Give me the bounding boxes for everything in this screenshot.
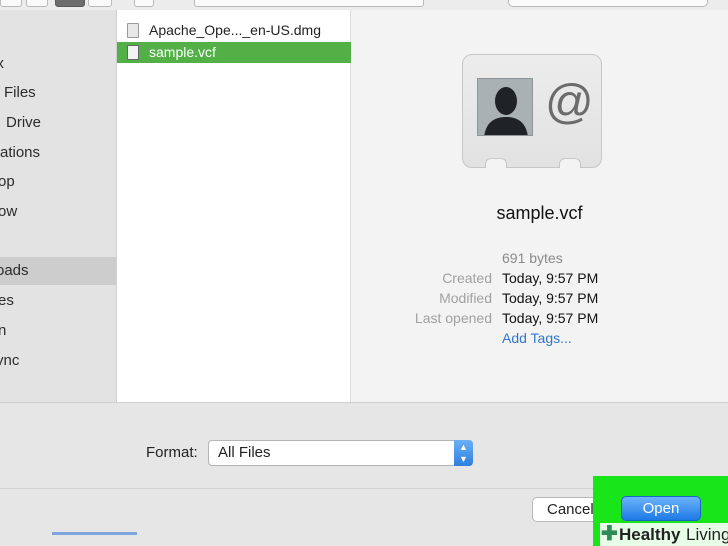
person-silhouette-icon — [477, 78, 533, 136]
file-name: Apache_Ope..._en-US.dmg — [149, 22, 321, 38]
sidebar-item-label: ox — [0, 50, 4, 78]
contact-card-icon: @ — [462, 54, 602, 168]
sidebar-item[interactable]: Files — [0, 79, 116, 107]
location-popup[interactable] — [194, 0, 424, 7]
list-item[interactable]: Apache_Ope..._en-US.dmg — [117, 20, 351, 41]
sidebar-item-label: ow — [0, 203, 18, 220]
preview-pane: @ sample.vcf 691 bytes Created Today, 9:… — [351, 10, 728, 402]
add-tags-link[interactable]: Add Tags... — [502, 330, 572, 346]
toolbar — [0, 0, 728, 10]
view-columns-button[interactable] — [55, 0, 85, 7]
sidebar-item[interactable]: es — [0, 287, 116, 315]
sidebar-item-label: ync — [0, 352, 20, 369]
created-value: Today, 9:57 PM — [502, 270, 599, 286]
sidebar-item[interactable]: op — [0, 168, 116, 196]
open-button[interactable]: Open — [621, 496, 701, 521]
plus-logo-icon: ✚ — [601, 523, 618, 545]
modified-label: Modified — [439, 290, 492, 306]
file-name: sample.vcf — [149, 44, 216, 60]
sidebar-item-label: Files — [4, 84, 36, 101]
sidebar-item[interactable]: Drive — [0, 109, 116, 137]
cancel-button[interactable]: Cancel — [532, 497, 602, 522]
view-coverflow-button[interactable] — [88, 0, 112, 7]
sidebar-item-downloads[interactable]: oads — [0, 257, 116, 285]
modified-value: Today, 9:57 PM — [502, 290, 599, 306]
sidebar: ox Files Drive ations op ow oads es n yn… — [0, 10, 117, 402]
watermark-word: Healthy — [619, 525, 681, 544]
card-notch — [559, 158, 581, 168]
search-field[interactable] — [508, 0, 708, 7]
sidebar-item-label: es — [0, 292, 14, 309]
disk-image-icon — [127, 23, 139, 38]
last-opened-label: Last opened — [414, 310, 492, 326]
list-item[interactable]: sample.vcf — [117, 42, 351, 63]
sidebar-item[interactable]: ations — [0, 139, 116, 167]
sidebar-item-label: oads — [0, 262, 29, 279]
sidebar-item[interactable]: ync — [0, 347, 116, 375]
vcard-file-icon — [127, 45, 139, 60]
sidebar-item[interactable]: n — [0, 317, 116, 345]
watermark: ✚ Healthy Living — [600, 523, 728, 546]
last-opened-value: Today, 9:57 PM — [502, 310, 599, 326]
view-list-button[interactable] — [26, 0, 48, 7]
background-element — [52, 532, 137, 535]
preview-size: 691 bytes — [502, 250, 563, 266]
sidebar-item-label: n — [0, 317, 6, 345]
view-icons-button[interactable] — [0, 0, 22, 7]
watermark-word: Living — [686, 525, 728, 544]
chevron-updown-icon: ▲ ▼ — [454, 440, 473, 466]
format-label: Format: — [146, 444, 198, 461]
at-sign-icon: @ — [545, 76, 594, 129]
sidebar-item-label: ations — [0, 144, 41, 161]
format-select[interactable]: All Files ▲ ▼ — [208, 440, 473, 466]
arrange-button[interactable] — [134, 0, 154, 7]
sidebar-item-label: Drive — [6, 114, 42, 131]
file-list: Apache_Ope..._en-US.dmg sample.vcf — [117, 10, 351, 402]
format-value: All Files — [218, 444, 271, 461]
card-notch — [485, 158, 507, 168]
sidebar-item-label: op — [0, 173, 15, 190]
sidebar-item[interactable]: ox — [0, 50, 116, 78]
preview-filename: sample.vcf — [496, 203, 583, 223]
sidebar-item[interactable]: ow — [0, 198, 116, 226]
created-label: Created — [442, 270, 492, 286]
